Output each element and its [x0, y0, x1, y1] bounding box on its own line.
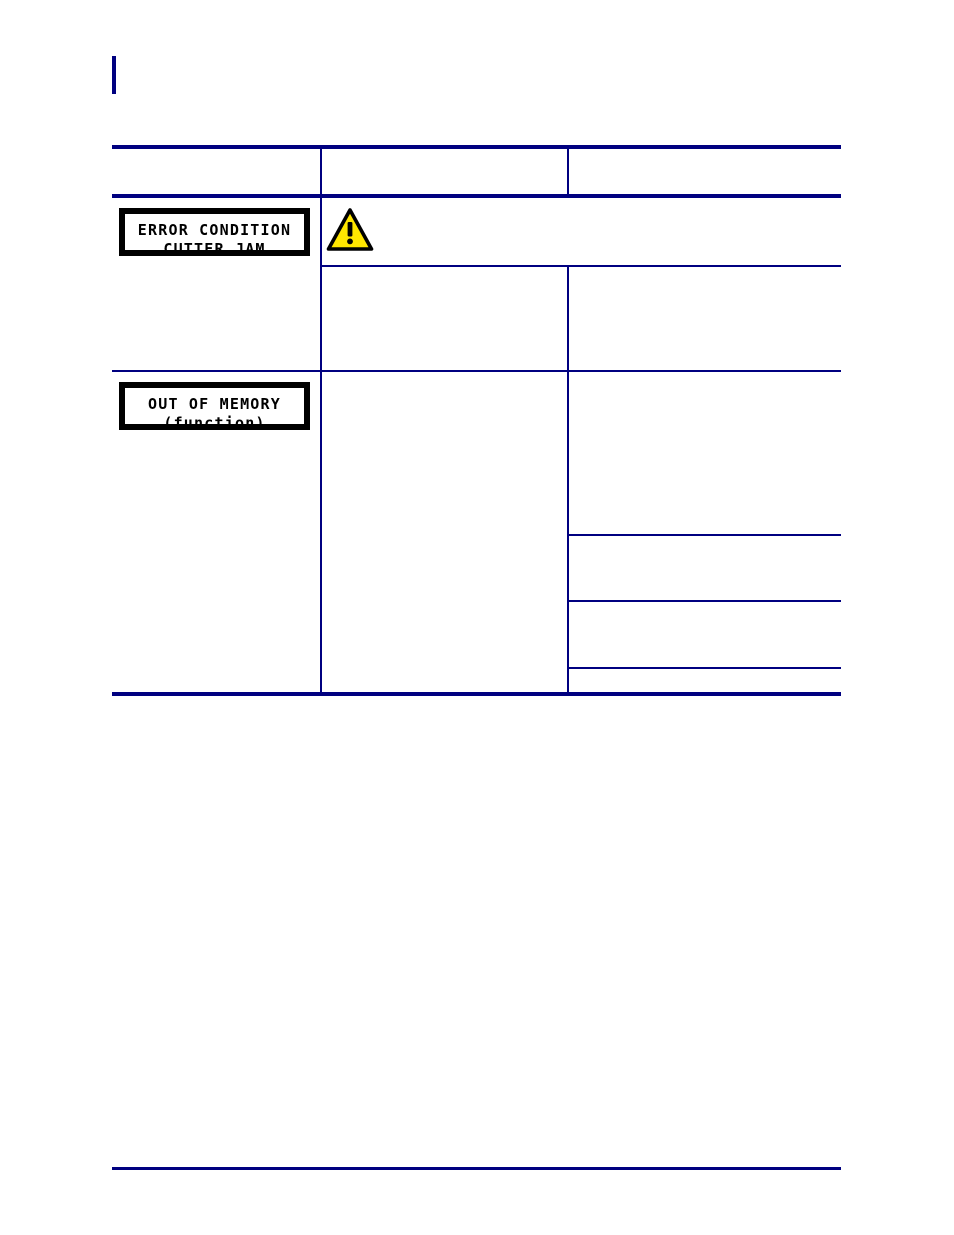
lcd-line-1: OUT OF MEMORY — [148, 395, 281, 413]
troubleshooting-table: ERROR CONDITION CUTTER JAM OUT OF MEMORY… — [112, 145, 841, 696]
cell-solution-row-3-part-4 — [569, 669, 841, 692]
lcd-display-out-of-memory: OUT OF MEMORY (function) — [119, 382, 310, 432]
running-header-tick-mark — [112, 56, 116, 94]
table-bottom-rule — [112, 692, 841, 696]
cell-cause-row-3 — [322, 372, 567, 692]
lcd-line-1: ERROR CONDITION — [137, 221, 292, 239]
column-header-cause — [322, 149, 567, 194]
cell-solution-row-2 — [569, 267, 841, 370]
cell-solution-row-3-part-2 — [569, 536, 841, 600]
column-header-solution — [569, 149, 841, 194]
column-header-display — [112, 149, 320, 194]
cell-solution-row-3-part-1 — [569, 372, 841, 534]
cell-cause-row-2 — [322, 267, 567, 370]
lcd-display-cutter-jam: ERROR CONDITION CUTTER JAM — [119, 208, 310, 258]
cell-display-row-2 — [112, 267, 320, 370]
lcd-line-2: (function) — [163, 414, 266, 432]
cell-cause-solution-merged — [322, 198, 841, 265]
footer-rule — [112, 1167, 841, 1170]
cell-solution-row-3-part-3 — [569, 602, 841, 667]
lcd-line-2: CUTTER JAM — [163, 240, 266, 258]
document-page: ERROR CONDITION CUTTER JAM OUT OF MEMORY… — [0, 0, 954, 1235]
